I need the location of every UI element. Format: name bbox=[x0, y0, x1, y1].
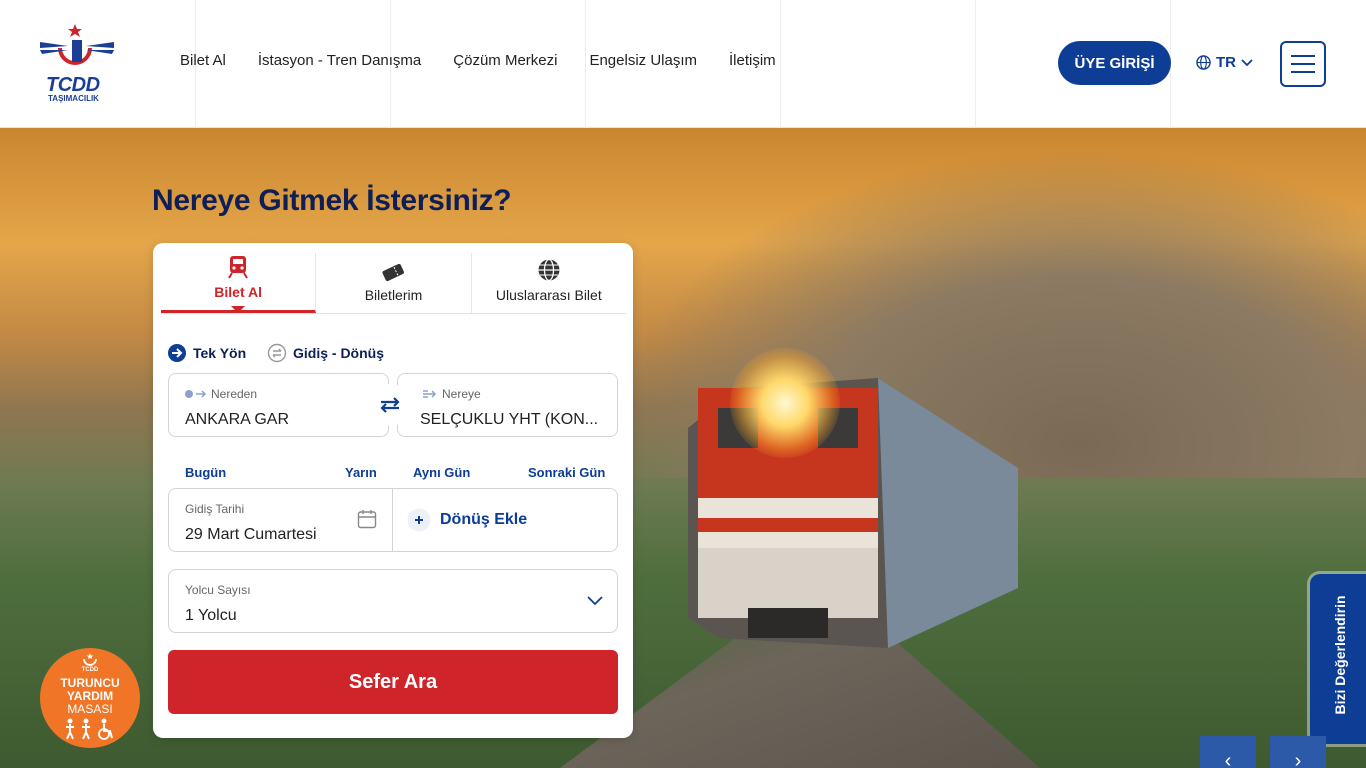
helpdesk-small-text: TCDD bbox=[81, 667, 99, 673]
helpdesk-line2: YARDIM bbox=[66, 689, 114, 703]
from-label: Nereden bbox=[211, 387, 258, 401]
tcdd-mini-logo-icon bbox=[83, 653, 97, 666]
chevron-down-icon bbox=[1241, 58, 1253, 66]
to-label: Nereye bbox=[442, 387, 481, 401]
tab-biletlerim[interactable]: Biletlerim bbox=[316, 253, 472, 313]
helpdesk-line1: TURUNCU bbox=[60, 676, 120, 690]
divider bbox=[975, 0, 976, 128]
language-selector[interactable]: TR bbox=[1196, 54, 1253, 71]
menu-line bbox=[1291, 55, 1315, 57]
passenger-value: 1 Yolcu bbox=[185, 607, 237, 624]
from-station-field[interactable]: Nereden ANKARA GAR bbox=[168, 373, 389, 437]
tcdd-logo[interactable]: TCDD TAŞIMACILIK bbox=[38, 22, 116, 106]
ticket-icon bbox=[382, 263, 405, 282]
member-login-button[interactable]: ÜYE GİRİŞİ bbox=[1058, 41, 1171, 85]
arrival-arrow-icon bbox=[423, 390, 437, 398]
tab-label: Biletlerim bbox=[364, 287, 423, 303]
ticket-search-card: Bilet Al Biletlerim Uluslararası Bilet T… bbox=[153, 243, 633, 738]
helpdesk-line3: MASASI bbox=[67, 702, 113, 716]
from-label-row: Nereden bbox=[185, 387, 257, 401]
add-return-label: Dönüş Ekle bbox=[440, 511, 528, 528]
plus-icon bbox=[407, 508, 431, 532]
nav-engelsiz-ulasim[interactable]: Engelsiz Ulaşım bbox=[589, 52, 697, 69]
to-station-field[interactable]: Nereye SELÇUKLU YHT (KON... bbox=[397, 373, 618, 437]
passenger-label: Yolcu Sayısı bbox=[185, 583, 251, 597]
to-value: SELÇUKLU YHT (KON... bbox=[420, 411, 599, 428]
passenger-count-field[interactable]: Yolcu Sayısı 1 Yolcu bbox=[168, 569, 618, 633]
one-way-label: Tek Yön bbox=[193, 345, 247, 361]
orange-helpdesk-badge[interactable]: TCDD TURUNCU YARDIM MASASI bbox=[40, 648, 140, 748]
departure-dot-icon bbox=[185, 390, 207, 398]
language-label: TR bbox=[1216, 54, 1236, 71]
feedback-tab[interactable]: Bizi Değerlendirin bbox=[1310, 574, 1366, 744]
swap-stations-button[interactable] bbox=[369, 384, 411, 426]
chevron-left-icon: ‹ bbox=[1224, 750, 1232, 768]
logo-emblem-icon bbox=[40, 24, 114, 65]
hamburger-menu-button[interactable] bbox=[1280, 41, 1326, 87]
calendar-icon bbox=[357, 510, 377, 529]
nav-cozum-merkezi[interactable]: Çözüm Merkezi bbox=[453, 52, 557, 69]
hero-banner: Nereye Gitmek İstersiniz? Bilet Al Bilet… bbox=[0, 128, 1366, 768]
menu-line bbox=[1291, 71, 1315, 73]
site-header: TCDD TAŞIMACILIK Bilet Al İstasyon - Tre… bbox=[0, 0, 1366, 128]
quick-date-today[interactable]: Bugün bbox=[185, 465, 226, 480]
add-return-button[interactable]: Dönüş Ekle bbox=[407, 508, 527, 532]
round-trip-label: Gidiş - Dönüş bbox=[293, 345, 384, 361]
menu-line bbox=[1291, 63, 1315, 65]
tab-label: Uluslararası Bilet bbox=[495, 287, 602, 303]
search-trips-button[interactable]: Sefer Ara bbox=[168, 650, 618, 714]
train-icon bbox=[228, 256, 249, 279]
departure-date-field[interactable]: Gidiş Tarihi 29 Mart Cumartesi bbox=[169, 489, 393, 551]
tab-uluslararasi-bilet[interactable]: Uluslararası Bilet bbox=[472, 253, 626, 313]
trip-round-trip-option[interactable]: Gidiş - Dönüş bbox=[267, 343, 384, 363]
slider-next-button[interactable]: › bbox=[1270, 736, 1326, 768]
accessibility-people-icon bbox=[66, 718, 113, 740]
tab-bilet-al[interactable]: Bilet Al bbox=[161, 253, 317, 313]
chevron-right-icon: › bbox=[1294, 750, 1302, 768]
nav-bilet-al[interactable]: Bilet Al bbox=[180, 52, 226, 69]
slider-prev-button[interactable]: ‹ bbox=[1200, 736, 1256, 768]
from-value: ANKARA GAR bbox=[185, 411, 290, 428]
quick-return-next-day[interactable]: Sonraki Gün bbox=[528, 465, 605, 480]
headlight-glow bbox=[730, 348, 840, 458]
quick-return-same-day[interactable]: Aynı Gün bbox=[413, 465, 470, 480]
round-trip-icon bbox=[267, 343, 287, 363]
main-nav: Bilet Al İstasyon - Tren Danışma Çözüm M… bbox=[164, 52, 792, 69]
departure-date-label: Gidiş Tarihi bbox=[185, 502, 245, 516]
quick-date-tomorrow[interactable]: Yarın bbox=[345, 465, 377, 480]
nav-istasyon[interactable]: İstasyon - Tren Danışma bbox=[258, 52, 421, 69]
globe-icon bbox=[1196, 55, 1211, 70]
logo-subtext: TAŞIMACILIK bbox=[48, 94, 99, 103]
page-title: Nereye Gitmek İstersiniz? bbox=[152, 184, 512, 217]
swap-icon bbox=[380, 397, 400, 413]
arrow-right-circle-icon bbox=[168, 344, 186, 362]
date-field-group: Gidiş Tarihi 29 Mart Cumartesi Dönüş Ekl… bbox=[168, 488, 618, 552]
search-tabs: Bilet Al Biletlerim Uluslararası Bilet bbox=[161, 253, 626, 314]
tab-label: Bilet Al bbox=[214, 284, 263, 300]
nav-iletisim[interactable]: İletişim bbox=[729, 52, 776, 69]
to-label-row: Nereye bbox=[422, 387, 481, 401]
globe-icon bbox=[538, 258, 560, 282]
feedback-label: Bizi Değerlendirin bbox=[1332, 595, 1348, 715]
departure-date-value: 29 Mart Cumartesi bbox=[185, 526, 317, 543]
chevron-down-icon bbox=[587, 596, 603, 606]
trip-one-way-option[interactable]: Tek Yön bbox=[167, 343, 246, 363]
